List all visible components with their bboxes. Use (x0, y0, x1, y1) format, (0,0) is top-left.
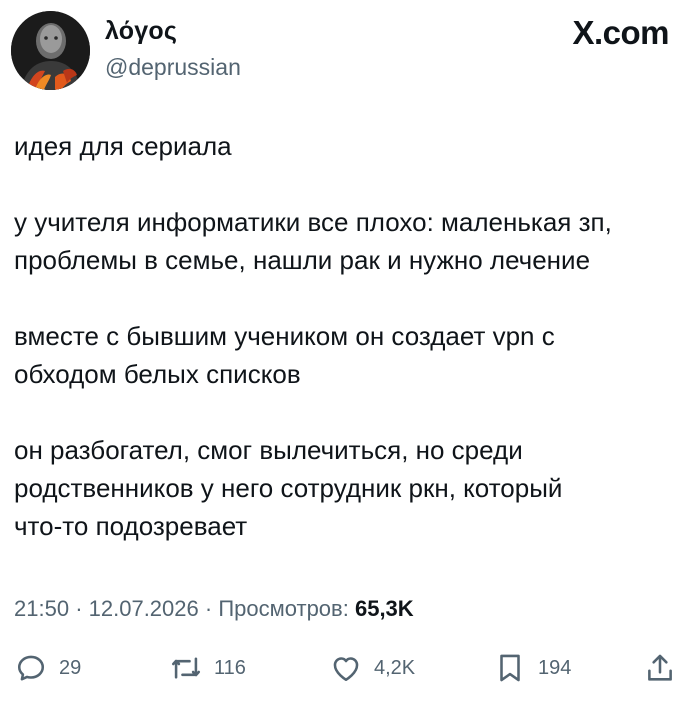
reply-button[interactable]: 29 (14, 648, 81, 688)
tweet-card: λόγος @deprussian X.com идея для сериала… (0, 0, 700, 703)
tweet-paragraph: он разбогател, смог вылечиться, но среди… (14, 435, 563, 541)
retweet-button[interactable]: 116 (169, 648, 246, 688)
bookmark-button[interactable]: 194 (493, 648, 571, 688)
tweet-paragraph: идея для сериала (14, 131, 232, 161)
author-handle[interactable]: @deprussian (105, 54, 241, 81)
retweet-count: 116 (214, 656, 246, 679)
share-button[interactable] (643, 648, 677, 688)
tweet-paragraph: у учителя информатики все плохо: маленьк… (14, 207, 612, 275)
like-count: 4,2K (374, 656, 416, 679)
brand-logo: X.com (572, 14, 669, 51)
views-count: 65,3K (354, 596, 414, 621)
meta-separator: · (204, 596, 213, 621)
tweet-time[interactable]: 21:50 (14, 596, 69, 621)
tweet-date[interactable]: 12.07.2026 (89, 596, 199, 621)
tweet-body: идея для сериала у учителя информатики в… (14, 127, 694, 583)
reply-count: 29 (59, 656, 82, 679)
reply-icon (17, 655, 45, 681)
retweet-icon (171, 657, 201, 679)
tweet-meta: 21:50 · 12.07.2026 · Просмотров: 65,3K (14, 596, 414, 622)
meta-separator: · (75, 596, 83, 621)
avatar-image (11, 11, 90, 90)
views-label: Просмотров: (218, 596, 349, 621)
share-icon (648, 654, 672, 681)
tweet-paragraph: вместе с бывшим учеником он создает vpn … (14, 321, 555, 389)
avatar[interactable] (11, 11, 90, 90)
action-bar: 29 116 4,2K 194 (0, 648, 700, 688)
bookmark-icon (500, 654, 520, 682)
bookmark-count: 194 (538, 656, 572, 679)
heart-icon (333, 657, 359, 682)
author-name[interactable]: λόγος (105, 17, 177, 46)
like-button[interactable]: 4,2K (329, 648, 415, 688)
